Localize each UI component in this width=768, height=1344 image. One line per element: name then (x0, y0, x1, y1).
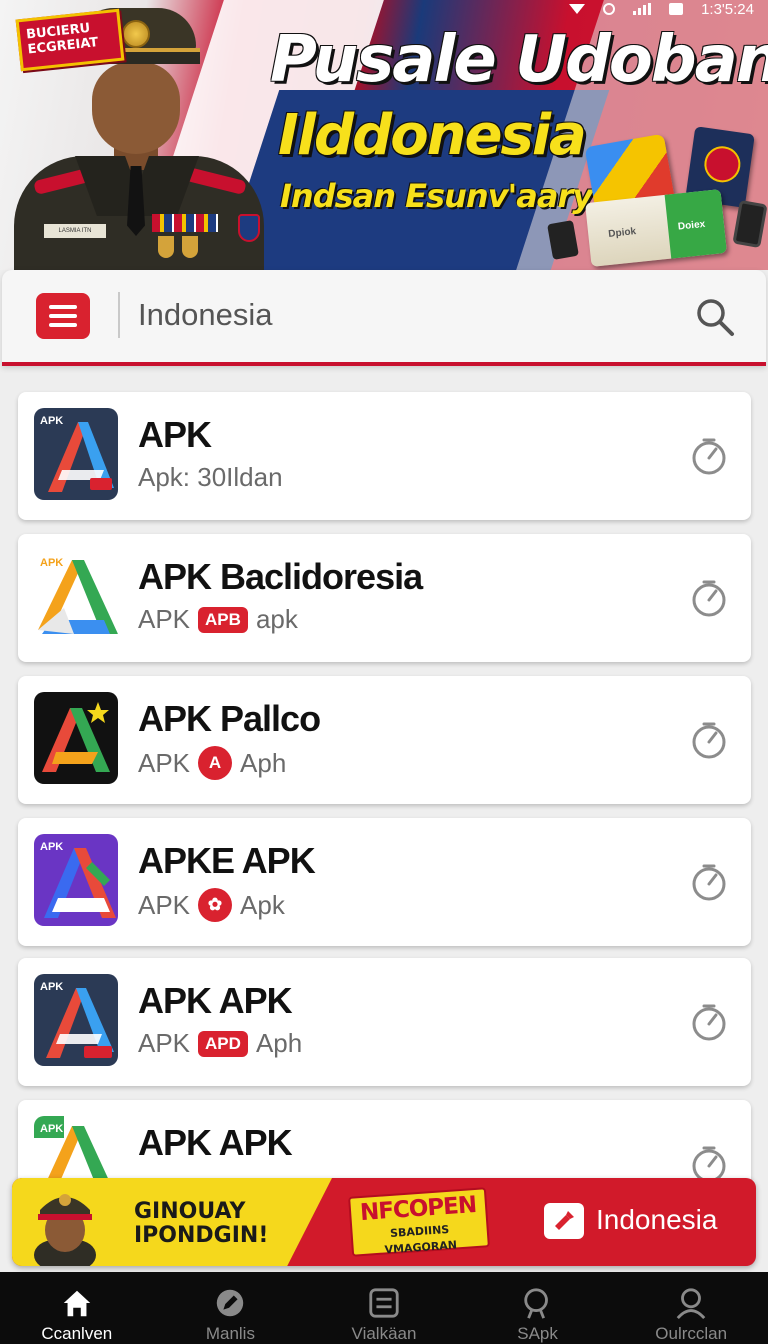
svg-text:APK: APK (40, 981, 63, 993)
svg-text:APK: APK (40, 557, 63, 569)
timer-icon[interactable] (691, 1144, 727, 1180)
app-list-item[interactable]: APK APK Baclidoresia APK APB apk (18, 534, 751, 662)
home-icon (63, 1290, 91, 1317)
nav-label: SApk (517, 1324, 558, 1343)
promo-banner[interactable]: GINOUAY IPONDGIN! NFCOPEN SBADIINS VMAGO… (12, 1178, 756, 1266)
hero-banner[interactable]: 1:3'5:24 LASMIA ITN BUCIERU ECGREIAT Pus… (0, 0, 768, 270)
tool-icon (544, 1203, 584, 1239)
hero-subtitle: Ilddonesia (278, 103, 587, 168)
app-name: APK Baclidoresia (138, 556, 423, 597)
app-subtitle: APK APD Aph (138, 1028, 303, 1058)
timer-icon[interactable] (691, 862, 727, 902)
nav-item-home[interactable]: Ccanlven (0, 1272, 154, 1344)
app-icon: APK (34, 550, 118, 642)
hero-title: Pusale Udoban (270, 23, 768, 97)
app-name: APK (138, 414, 212, 455)
wifi-icon (569, 4, 586, 14)
timer-icon[interactable] (691, 720, 727, 760)
nav-label: Manlis (205, 1324, 255, 1343)
app-icon: APK (34, 408, 118, 500)
app-subtitle: APK APB apk (138, 604, 298, 634)
svg-text:APK: APK (40, 841, 63, 853)
app-icon: APK (34, 1116, 118, 1180)
app-list-item[interactable]: APK APK APK APK APD Aph (18, 958, 751, 1086)
nav-item-profile[interactable]: Oulrcclan (614, 1272, 768, 1344)
app-list-item[interactable]: APK APKE APK APK ✿ Apk (18, 818, 751, 946)
menu-button[interactable] (36, 293, 90, 339)
app-badge: ✿ (198, 888, 233, 922)
timer-icon[interactable] (691, 1002, 727, 1042)
battery-icon (669, 3, 684, 15)
app-icon: APK (34, 974, 118, 1066)
alarm-icon (603, 3, 616, 15)
app-name: APK Pallco (138, 698, 321, 739)
hero-tagline: Indsan Esunv'aary (280, 177, 593, 215)
divider (118, 292, 120, 338)
svg-text:APK: APK (40, 1123, 63, 1135)
app-list-item[interactable]: APK Pallco APK A Aph (18, 676, 751, 804)
app-name: APKE APK (138, 840, 316, 881)
app-list: APK APK Apk: 30Ildan APK APK Baclidoresi… (0, 390, 768, 1180)
promo-line-1: GINOUAY (134, 1199, 246, 1224)
svg-text:APK: APK (40, 415, 63, 427)
edit-icon (217, 1289, 244, 1317)
promo-sticker: NFCOPEN SBADIINS VMAGORAN (348, 1187, 490, 1257)
hero-badge: BUCIERU ECGREIAT (15, 8, 125, 72)
app-icon (34, 692, 118, 784)
app-subtitle: APK A Aph (138, 746, 286, 780)
nav-item-sapk[interactable]: SApk (461, 1272, 615, 1344)
nav-label: Oulrcclan (655, 1324, 728, 1343)
bottom-nav: Ccanlven Manlis Vialkäan SApk Oulrcclan (0, 1272, 768, 1344)
list-icon (369, 1288, 399, 1318)
cap-emblem-icon (122, 20, 150, 48)
promo-line-2: IPONDGIN! (134, 1223, 269, 1248)
search-icon[interactable] (694, 296, 736, 338)
app-badge: A (198, 746, 233, 780)
officer-avatar (34, 1194, 96, 1266)
app-subtitle: APK ✿ Apk (138, 888, 285, 922)
search-input[interactable] (138, 292, 658, 338)
search-bar (2, 270, 766, 366)
app-list-item[interactable]: APK APK Apk: 30Ildan (18, 392, 751, 520)
signal-icon (633, 3, 652, 15)
timer-icon[interactable] (691, 578, 727, 618)
app-icon: APK (34, 834, 118, 926)
app-badge: APB (198, 606, 248, 633)
status-time: 1:3'5:24 (701, 0, 754, 18)
app-subtitle: Apk: 30Ildan (138, 462, 283, 492)
nav-item-manlis[interactable]: Manlis (154, 1272, 308, 1344)
nav-item-vialkaan[interactable]: Vialkäan (307, 1272, 461, 1344)
app-name: APK APK (138, 1122, 293, 1163)
timer-icon[interactable] (691, 436, 727, 476)
officer-nametag: LASMIA ITN (44, 224, 106, 238)
nav-label: Vialkäan (351, 1324, 417, 1343)
status-bar: 1:3'5:24 (569, 0, 754, 18)
profile-icon (676, 1288, 706, 1320)
app-name: APK APK (138, 980, 293, 1021)
app-badge: APD (198, 1030, 248, 1057)
nav-label: Ccanlven (41, 1324, 113, 1343)
app-list-item[interactable]: APK APK APK (18, 1100, 751, 1180)
search-icon (523, 1288, 548, 1319)
promo-country: Indonesia (596, 1204, 718, 1235)
